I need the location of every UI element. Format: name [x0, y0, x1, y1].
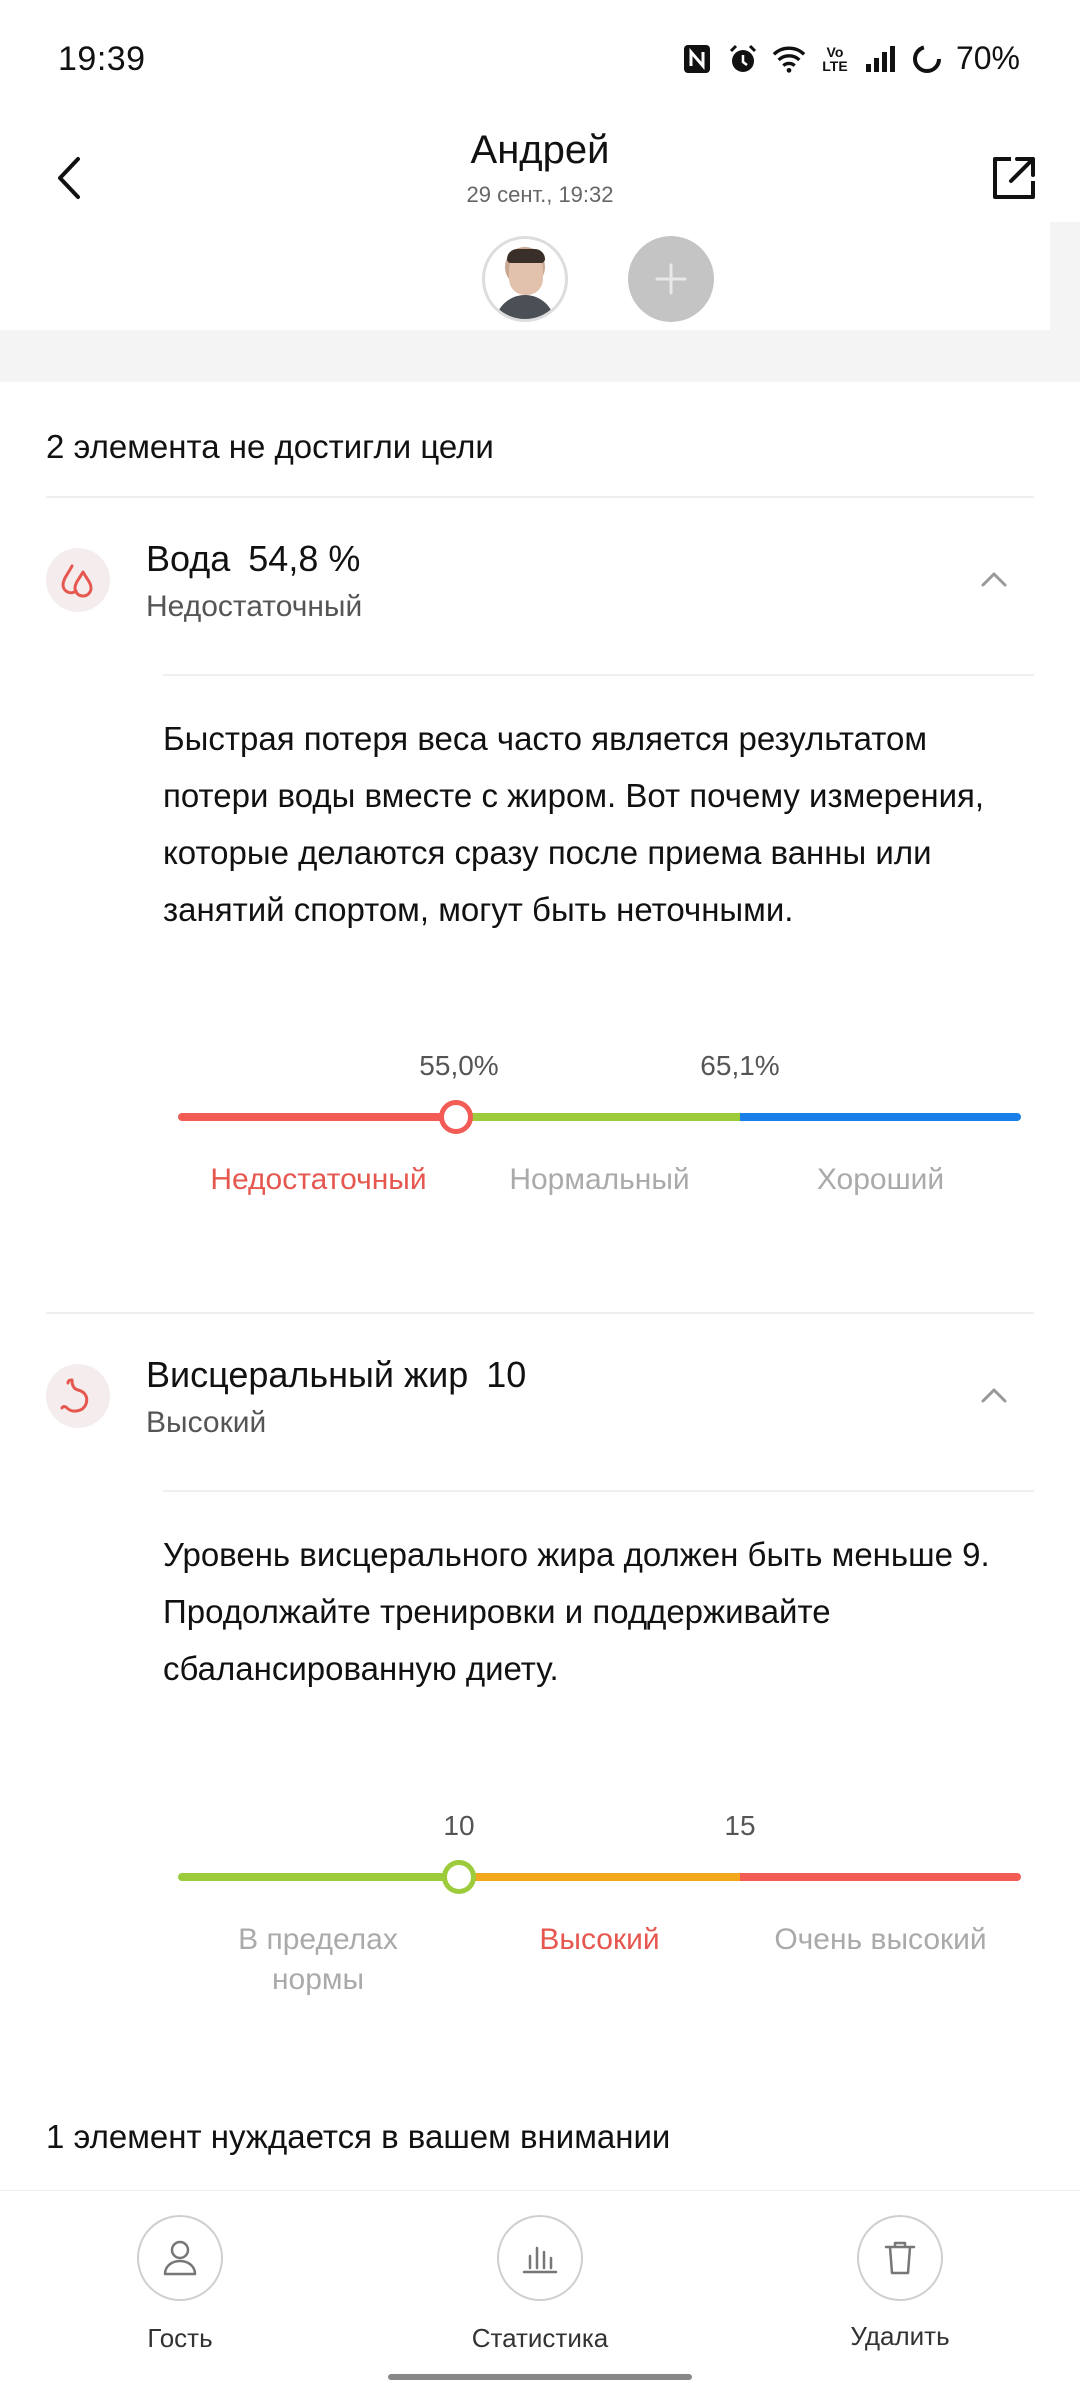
water-description: Быстрая потеря веса часто является резул… [163, 720, 985, 928]
bar-chart-icon [522, 2246, 558, 2274]
share-button[interactable] [974, 138, 1054, 218]
scale-segment [178, 1873, 459, 1881]
range-label: Хороший [816, 1163, 945, 1196]
statistics-button[interactable]: Статистика [440, 2215, 640, 2365]
visceral-value: 10 [486, 1354, 527, 1395]
avatar[interactable] [482, 236, 568, 322]
water-item-header[interactable]: Вода 54,8 % Недостаточный [0, 518, 1080, 648]
range-label: Недостаточный [210, 1163, 427, 1196]
scale-marker [439, 1100, 474, 1134]
wifi-icon [772, 42, 806, 76]
home-indicator[interactable] [388, 2374, 692, 2380]
water-title: Вода 54,8 % [146, 538, 360, 580]
bottom-action-bar: Гость Статистика Удалить [0, 2190, 1080, 2400]
header: Андрей 29 сент., 19:32 [0, 124, 1080, 234]
scale-segment [459, 1113, 740, 1121]
delete-button[interactable]: Удалить [800, 2215, 1000, 2365]
water-label: Вода [146, 538, 231, 579]
scale-segment [740, 1113, 1021, 1121]
divider [163, 1490, 1034, 1492]
divider [46, 496, 1034, 498]
chevron-up-icon [981, 572, 1007, 587]
guest-label: Гость [147, 2323, 213, 2353]
scale-bar [178, 1113, 1021, 1121]
scale-threshold: 15 [724, 1810, 756, 1841]
scale-segment [459, 1873, 740, 1881]
scale-segment [740, 1873, 1021, 1881]
plus-icon [655, 263, 687, 295]
collapse-button[interactable] [964, 554, 1024, 604]
share-icon [993, 157, 1035, 199]
user-icon [163, 2240, 197, 2276]
scale-threshold: 55,0% [419, 1050, 499, 1081]
scale-threshold: 10 [443, 1810, 475, 1841]
visceral-scale: 10 15 В пределах нормы Высокий Очень выс… [178, 1810, 1021, 1996]
water-drops-icon [46, 548, 110, 612]
divider [163, 674, 1034, 676]
alarm-icon [726, 42, 760, 76]
section-heading-attention: 1 элемент нуждается в вашем внимании [46, 2118, 671, 2155]
stomach-icon [46, 1364, 110, 1428]
add-profile-button[interactable] [628, 236, 714, 322]
range-label: Нормальный [509, 1163, 690, 1196]
scale-threshold: 65,1% [700, 1050, 780, 1081]
edge-shade [1050, 222, 1080, 332]
scale-bar [178, 1873, 1021, 1881]
water-value: 54,8 % [248, 538, 361, 579]
range-label: Очень высокий [774, 1923, 987, 1956]
divider [46, 1312, 1034, 1314]
battery-icon [910, 42, 944, 76]
visceral-title: Висцеральный жир 10 [146, 1354, 526, 1396]
visceral-status: Высокий [146, 1406, 267, 1439]
delete-label: Удалить [850, 2321, 950, 2351]
visceral-item-header[interactable]: Висцеральный жир 10 Высокий [0, 1334, 1080, 1464]
scale-marker [441, 1860, 476, 1894]
measurement-date: 29 сент., 19:32 [466, 182, 614, 207]
visceral-label: Висцеральный жир [146, 1354, 469, 1395]
section-separator [0, 330, 1080, 382]
battery-level: 70% [955, 40, 1020, 76]
section-heading-not-reached: 2 элемента не достигли цели [46, 428, 494, 465]
signal-icon [864, 42, 898, 76]
status-icons: Vo LTE 70% [680, 40, 1020, 77]
status-time: 19:39 [58, 40, 146, 78]
trash-icon [884, 2241, 916, 2275]
guest-button[interactable]: Гость [80, 2215, 280, 2365]
range-label: Высокий [539, 1923, 660, 1956]
profile-switcher [0, 222, 1050, 332]
collapse-button[interactable] [964, 1370, 1024, 1420]
water-status: Недостаточный [146, 590, 363, 623]
status-bar: 19:39 Vo LTE 70% [0, 0, 1080, 124]
chevron-up-icon [981, 1388, 1007, 1403]
range-label: В пределах нормы [238, 1923, 398, 1996]
scale-segment [178, 1113, 459, 1121]
page-title: Андрей [470, 128, 610, 172]
visceral-description: Уровень висцерального жира должен быть м… [163, 1536, 990, 1687]
water-scale: 55,0% 65,1% Недостаточный Нормальный Хор… [178, 1050, 1021, 1210]
statistics-label: Статистика [471, 2323, 609, 2353]
volte-icon: Vo LTE [822, 43, 848, 74]
nfc-icon [680, 42, 714, 76]
